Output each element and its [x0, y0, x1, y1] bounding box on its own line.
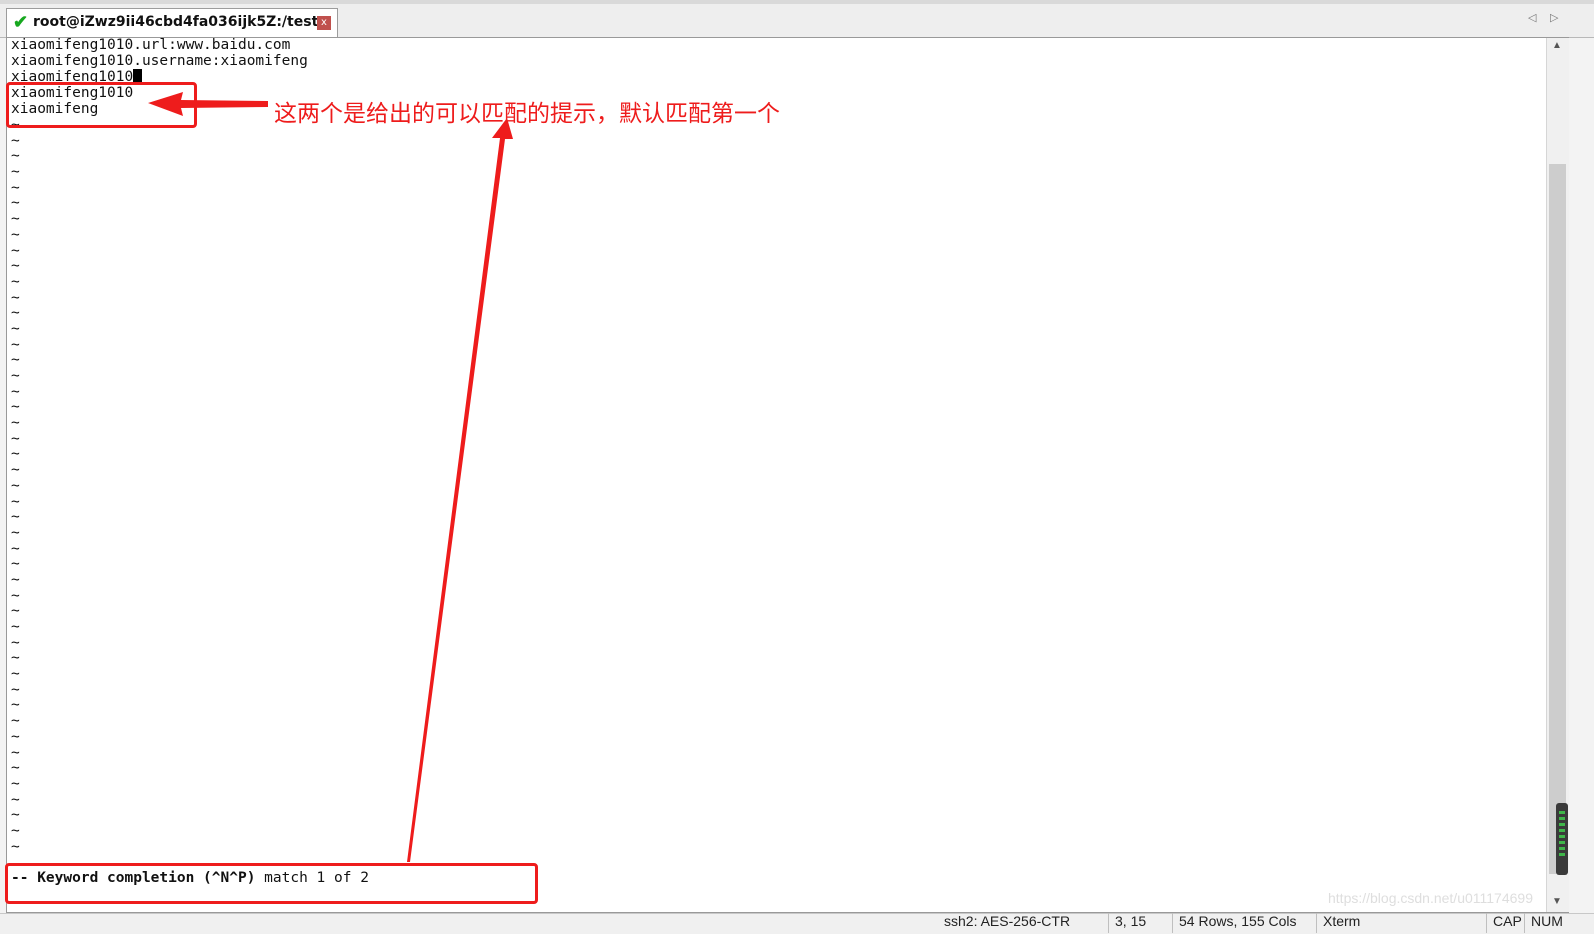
annotation-text: 这两个是给出的可以匹配的提示，默认匹配第一个 — [274, 101, 780, 127]
status-bar: ssh2: AES-256-CTR 3, 15 54 Rows, 155 Col… — [0, 913, 1594, 934]
annotation-arrows — [148, 92, 513, 862]
watermark: https://blog.csdn.net/u011174699 — [1328, 890, 1533, 906]
arrow-left-icon — [148, 92, 268, 116]
caps-lock-indicator: CAP — [1486, 913, 1522, 933]
num-lock-indicator: NUM — [1524, 913, 1563, 933]
cursor-position: 3, 15 — [1108, 913, 1146, 933]
cipher-info: ssh2: AES-256-CTR — [944, 913, 1071, 929]
terminal-type: Xterm — [1316, 913, 1360, 933]
terminal-size: 54 Rows, 155 Cols — [1172, 913, 1297, 933]
arrow-up-icon — [407, 118, 513, 862]
